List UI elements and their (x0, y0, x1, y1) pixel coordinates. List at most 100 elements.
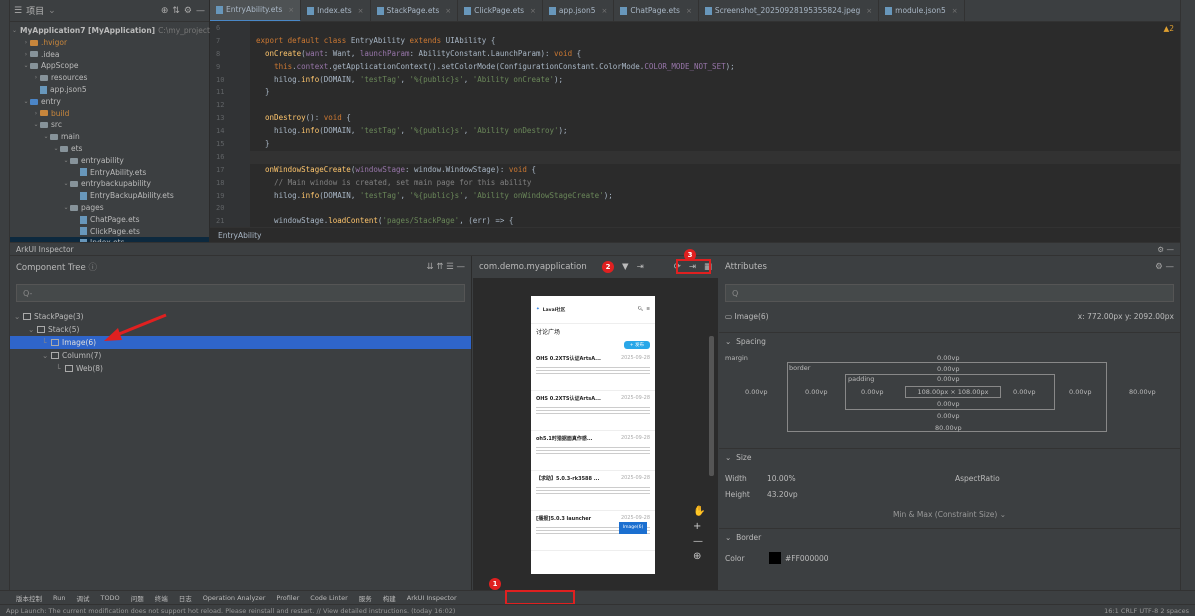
editor-tab[interactable]: Screenshot_20250928195355824.jpeg × (699, 0, 880, 21)
device-screen[interactable]: ✦ Laval社区 🔍︎ ≡ 讨论广场 + 发布 OHS 0.2XTS认证Art… (531, 296, 655, 574)
warning-count[interactable]: ▲2 (1163, 24, 1174, 33)
tree-item[interactable]: › resources (10, 72, 209, 84)
chevron-down-icon[interactable]: ⌄ (725, 533, 731, 542)
border-section[interactable]: Border (736, 533, 761, 542)
tree-item[interactable]: ⌄ main (10, 131, 209, 143)
gear-icon[interactable]: ⚙ (184, 6, 192, 16)
editor-tab[interactable]: app.json5 × (543, 0, 615, 21)
tree-item[interactable]: ⌄ src (10, 119, 209, 131)
project-title[interactable]: 项目 (26, 4, 44, 17)
gear-icon[interactable]: ⚙ (1155, 262, 1163, 272)
tree-item[interactable]: › .idea (10, 49, 209, 61)
tree-item[interactable]: ⌄ entry (10, 96, 209, 108)
tree-item[interactable]: ChatPage.ets (10, 214, 209, 226)
minimize-icon[interactable]: — (1166, 262, 1175, 272)
editor-tab[interactable]: module.json5 × (879, 0, 965, 21)
tree-item[interactable]: EntryAbility.ets (10, 167, 209, 179)
tree-item[interactable]: ⌄ entrybackupability (10, 178, 209, 190)
close-icon[interactable]: × (686, 7, 692, 15)
component-node[interactable]: └ Image(6) (10, 336, 471, 349)
fit-icon[interactable]: ⊕ (693, 551, 705, 562)
tree-item[interactable]: ⌄ AppScope (10, 60, 209, 72)
minimize-icon[interactable]: — (196, 6, 205, 16)
scrollbar[interactable] (709, 336, 714, 476)
tree-item[interactable]: › build (10, 108, 209, 120)
chevron-down-icon[interactable]: ⌄ (725, 337, 731, 346)
minimize-icon[interactable]: — (457, 262, 466, 272)
post-card[interactable]: 【求助】5.0.3-rk3588 ... 2025-09-28 (531, 471, 655, 511)
tree-item[interactable]: ClickPage.ets (10, 226, 209, 238)
close-icon[interactable]: × (445, 7, 451, 15)
tool-window-button[interactable]: Run (53, 594, 65, 602)
tree-item[interactable]: ⌄ ets (10, 143, 209, 155)
editor-tab[interactable]: ClickPage.ets × (458, 0, 543, 21)
menu-icon[interactable]: ≡ (646, 307, 650, 312)
component-search-input[interactable]: Q- (16, 284, 465, 302)
tool-window-button[interactable]: 问题 (131, 593, 144, 603)
attributes-search-input[interactable]: Q (725, 284, 1174, 302)
collapse-icon[interactable]: ⇅ (172, 6, 180, 16)
color-value[interactable]: #FF000000 (785, 554, 829, 563)
collapse-all-icon[interactable]: ⇈ (436, 262, 443, 272)
chevron-down-icon[interactable]: ⌄ (725, 453, 731, 462)
breadcrumb[interactable]: EntryAbility (210, 227, 1180, 242)
menu-icon[interactable]: ☰ (446, 262, 454, 272)
chevron-down-icon[interactable]: ▼ (622, 262, 629, 272)
editor-tab[interactable]: ChatPage.ets × (614, 0, 699, 21)
tree-item[interactable]: app.json5 (10, 84, 209, 96)
post-card[interactable]: OHS 0.2XTS认证ArtsA... 2025-09-28 (531, 391, 655, 431)
tool-window-button[interactable]: 调试 (76, 593, 89, 603)
tool-window-button[interactable]: 日志 (179, 593, 192, 603)
tool-window-button[interactable]: 构建 (383, 593, 396, 603)
chevron-down-icon[interactable]: ⌄ (1000, 510, 1006, 519)
close-icon[interactable]: × (602, 7, 608, 15)
color-swatch[interactable] (769, 552, 781, 564)
post-button[interactable]: + 发布 (623, 341, 650, 349)
close-icon[interactable]: × (530, 7, 536, 15)
component-node[interactable]: ⌄ StackPage(3) (10, 310, 471, 323)
tool-window-button[interactable]: 服务 (359, 593, 372, 603)
minmax-section[interactable]: Min & Max (Constraint Size) (893, 510, 997, 519)
tool-window-button[interactable]: 终端 (155, 593, 168, 603)
component-node[interactable]: ⌄ Column(7) (10, 349, 471, 362)
code-area[interactable]: export default class EntryAbility extend… (250, 22, 1180, 227)
tree-item[interactable]: › .hvigor (10, 37, 209, 49)
editor-tab[interactable]: Index.ets × (301, 0, 371, 21)
width-value[interactable]: 10.00% (767, 474, 955, 483)
tree-root[interactable]: ⌄ MyApplication7 [MyApplication] C:\my_p… (10, 25, 219, 37)
post-card[interactable]: OHS 0.2XTS认证ArtsA... 2025-09-28 (531, 351, 655, 391)
zoom-in-icon[interactable]: + (693, 521, 705, 532)
tool-window-button[interactable]: Profiler (276, 594, 299, 602)
status-right[interactable]: 16:1 CRLF UTF-8 2 spaces (1104, 607, 1189, 615)
help-icon[interactable]: ⓘ (88, 263, 97, 273)
component-node[interactable]: └ Web(8) (10, 362, 471, 375)
hand-icon[interactable]: ✋ (693, 506, 705, 517)
tool-window-button[interactable]: TODO (100, 594, 119, 602)
zoom-out-icon[interactable]: — (693, 536, 705, 547)
chevron-down-icon[interactable]: ⌄ (48, 6, 56, 16)
height-value[interactable]: 43.20vp (767, 490, 798, 499)
menu-icon[interactable]: ☰ (14, 6, 22, 16)
tool-window-button[interactable]: ArkUI Inspector (407, 594, 457, 602)
gear-icon[interactable]: ⚙ (1157, 245, 1164, 254)
post-card[interactable]: oh5.1时猎据面真作感... 2025-09-28 (531, 431, 655, 471)
component-node[interactable]: ⌄ Stack(5) (10, 323, 471, 336)
app-selector[interactable]: com.demo.myapplication (479, 262, 587, 272)
close-icon[interactable]: × (952, 7, 958, 15)
tree-item[interactable]: ⌄ entryability (10, 155, 209, 167)
expand-all-icon[interactable]: ⇊ (427, 262, 434, 272)
size-section[interactable]: Size (736, 453, 751, 462)
editor-tab[interactable]: EntryAbility.ets × (210, 0, 302, 21)
spacing-section[interactable]: Spacing (736, 337, 766, 346)
tree-item[interactable]: ⌄ pages (10, 202, 209, 214)
tool-window-button[interactable]: 版本控制 (16, 593, 42, 603)
export-icon[interactable]: ⇥ (637, 262, 644, 272)
close-icon[interactable]: × (358, 7, 364, 15)
target-icon[interactable]: ⊕ (161, 6, 169, 16)
close-icon[interactable]: × (288, 6, 294, 14)
tool-window-button[interactable]: Operation Analyzer (203, 594, 266, 602)
tool-window-button[interactable]: Code Linter (310, 594, 347, 602)
status-message[interactable]: App Launch: The current modification doe… (6, 607, 455, 615)
close-icon[interactable]: × (866, 7, 872, 15)
minimize-icon[interactable]: — (1167, 245, 1175, 254)
